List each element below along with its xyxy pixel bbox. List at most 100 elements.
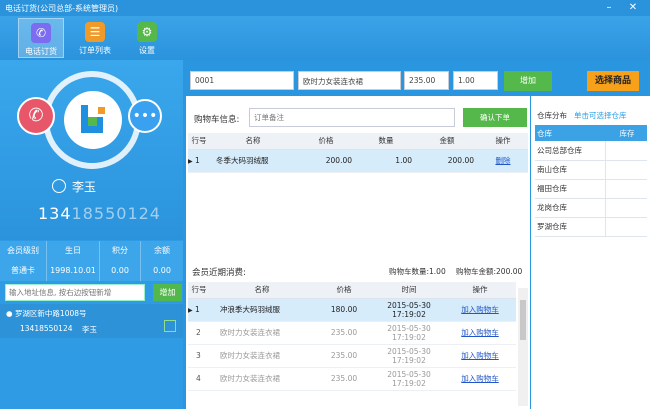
product-name-field[interactable]: 欧时力女装连衣裙 [298, 71, 401, 90]
add-to-cart-link[interactable]: 加入购物车 [461, 374, 499, 383]
item-date: 2015-05-30 [387, 300, 431, 310]
close-icon[interactable]: ✕ [622, 1, 644, 14]
col-header: 名称 [210, 282, 314, 299]
customer-phone: 13418550124 [38, 204, 161, 223]
item-amount: 200.00 [416, 149, 478, 173]
gear-icon: ⚙ [137, 22, 157, 42]
item-name: 欧时力女装连衣裙 [210, 321, 314, 345]
warehouse-row[interactable]: 福田仓库 [535, 179, 647, 199]
warehouse-stock [604, 198, 647, 218]
logo [64, 91, 122, 149]
add-to-cart-link[interactable]: 加入购物车 [461, 351, 499, 360]
recent-header-row: 行号 名称 价格 时间 操作 [188, 282, 516, 299]
item-name: 欧时力女装连衣裙 [210, 344, 314, 368]
warehouse-table: 仓库 库存 公司总部仓库 南山仓库 福田仓库 龙岗仓库 罗湖仓库 [535, 125, 647, 237]
member-value: 0.00 [153, 266, 171, 275]
member-value: 0.00 [111, 266, 129, 275]
member-value: 普通卡 [11, 266, 35, 275]
member-value: 1998.10.01 [50, 266, 96, 275]
product-code-field[interactable]: 0001 [190, 71, 294, 90]
tab-order-list[interactable]: ☰ 订单列表 [72, 18, 118, 58]
scrollbar-thumb[interactable] [520, 300, 526, 340]
item-time: 17:19:02 [392, 332, 426, 342]
title-bar: 电话订货(公司总部-系统管理员) – ✕ [0, 0, 650, 16]
chat-icon[interactable]: ••• [128, 99, 162, 133]
add-product-button[interactable]: 增加 [504, 71, 552, 91]
item-price: 235.00 [314, 321, 374, 345]
address-line: ● 罗湖区新中路1008号 [6, 309, 87, 318]
item-time: 17:19:02 [392, 378, 426, 388]
order-note-input[interactable] [249, 108, 455, 127]
warehouse-header-row: 仓库 库存 [535, 125, 647, 141]
warehouse-stock [604, 160, 647, 180]
warehouse-stock [604, 217, 647, 237]
recent-scrollbar[interactable] [518, 288, 528, 406]
phone-rest: 18550124 [71, 204, 161, 223]
phone-prefix: 134 [38, 204, 72, 223]
address-phone: 13418550124 [20, 324, 73, 333]
product-qty-field[interactable]: 1.00 [453, 71, 498, 90]
col-header: 仓库 [535, 125, 605, 141]
tab-label: 设置 [139, 46, 155, 55]
address-text: 罗湖区新中路1008号 [14, 309, 87, 318]
item-price: 200.00 [296, 149, 356, 173]
table-row[interactable]: 4 欧时力女装连衣裙 235.00 2015-05-30 17:19:02 加入购… [188, 367, 516, 391]
customer-name: 李玉 [52, 178, 96, 195]
warehouse-panel: 仓库分布 单击可选择仓库 仓库 库存 公司总部仓库 南山仓库 福田仓库 龙岗仓库… [531, 96, 650, 409]
address-input[interactable] [5, 284, 145, 301]
member-points-col: 积分 0.00 [100, 241, 141, 281]
table-row[interactable]: ▶ 1 冬季大码羽绒服 200.00 1.00 200.00 删除 [188, 149, 528, 173]
warehouse-hint: 单击可选择仓库 [574, 111, 627, 120]
add-to-cart-link[interactable]: 加入购物车 [461, 328, 499, 337]
recent-purchases-table: 行号 名称 价格 时间 操作 ▶ 1 冲浪季大码羽绒服 180.00 2015-… [188, 282, 516, 391]
item-date: 2015-05-30 [387, 346, 431, 356]
item-price: 235.00 [314, 367, 374, 391]
col-header: 价格 [296, 133, 356, 150]
col-header: 行号 [188, 133, 210, 150]
table-row[interactable]: ▶ 1 冲浪季大码羽绒服 180.00 2015-05-30 17:19:02 加… [188, 298, 516, 322]
item-price: 180.00 [314, 298, 374, 322]
row-number: ▶ 1 [188, 149, 210, 173]
customer-name-text: 李玉 [72, 180, 97, 194]
col-header: 价格 [314, 282, 374, 299]
customer-hero: ✆ ••• 李玉 13418550124 [0, 60, 183, 240]
item-date: 2015-05-30 [387, 369, 431, 379]
phone-icon: ✆ [31, 23, 51, 43]
member-level-col: 会员级别 普通卡 [0, 241, 47, 281]
cart-amount: 购物车金额:200.00 [456, 267, 523, 276]
add-address-button[interactable]: 增加 [153, 284, 182, 301]
item-name: 冬季大码羽绒服 [210, 149, 296, 173]
member-header: 生日 [65, 246, 81, 255]
col-header: 时间 [374, 282, 444, 299]
warehouse-name: 公司总部仓库 [535, 141, 605, 161]
warehouse-row[interactable]: 罗湖仓库 [535, 217, 647, 237]
tab-phone-order[interactable]: ✆ 电话订货 [18, 18, 64, 58]
recent-label: 会员近期消费: [192, 268, 246, 278]
table-row[interactable]: 2 欧时力女装连衣裙 235.00 2015-05-30 17:19:02 加入购… [188, 321, 516, 345]
product-price-field[interactable]: 235.00 [404, 71, 449, 90]
warehouse-name: 罗湖仓库 [535, 217, 605, 237]
list-icon: ☰ [85, 22, 105, 42]
customer-panel: ✆ ••• 李玉 13418550124 会员级别 普通卡 生日 1998.10… [0, 60, 183, 409]
table-row[interactable]: 3 欧时力女装连衣裙 235.00 2015-05-30 17:19:02 加入购… [188, 344, 516, 368]
confirm-order-button[interactable]: 确认下单 [463, 108, 527, 127]
cart-table: 行号 名称 价格 数量 金额 操作 ▶ 1 冬季大码羽绒服 200.00 1.0… [188, 133, 528, 173]
warehouse-row[interactable]: 龙岗仓库 [535, 198, 647, 218]
col-header: 名称 [210, 133, 296, 150]
tab-settings[interactable]: ⚙ 设置 [124, 18, 170, 58]
toolbar: ✆ 电话订货 ☰ 订单列表 ⚙ 设置 [0, 16, 650, 60]
minimize-icon[interactable]: – [602, 1, 616, 14]
edit-icon[interactable] [164, 320, 176, 332]
col-header: 库存 [605, 125, 647, 141]
cart-count: 购物车数量:1.00 [389, 267, 446, 276]
col-header: 行号 [188, 282, 210, 299]
item-price: 235.00 [314, 344, 374, 368]
call-icon[interactable]: ✆ [17, 97, 55, 135]
warehouse-row[interactable]: 公司总部仓库 [535, 141, 647, 161]
add-to-cart-link[interactable]: 加入购物车 [461, 305, 499, 314]
address-card[interactable]: ● 罗湖区新中路1008号 13418550124 李玉 [0, 304, 183, 338]
item-date: 2015-05-30 [387, 323, 431, 333]
delete-link[interactable]: 删除 [496, 156, 511, 165]
warehouse-row[interactable]: 南山仓库 [535, 160, 647, 180]
choose-product-button[interactable]: 选择商品 [587, 71, 639, 91]
